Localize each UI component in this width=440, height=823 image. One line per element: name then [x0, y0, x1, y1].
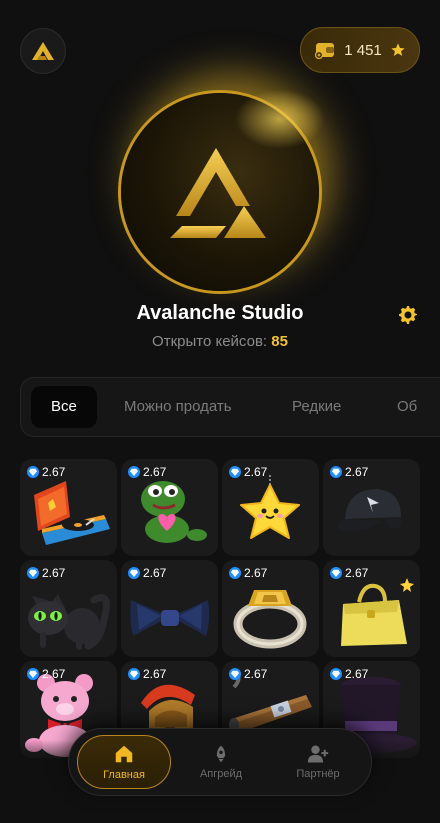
tab-more[interactable]: Об — [397, 386, 417, 428]
gem-icon — [330, 567, 342, 579]
item-card[interactable]: 2.67 — [222, 560, 319, 657]
gear-icon — [399, 306, 417, 324]
gem-icon — [229, 567, 241, 579]
bottom-navigation: Главная Апгрейд Партнёр — [68, 728, 372, 796]
item-card[interactable]: 2.67 — [323, 560, 420, 657]
item-price: 2.67 — [229, 667, 267, 681]
tab-rare[interactable]: Редкие — [292, 386, 341, 428]
opened-cases-count: 85 — [271, 333, 288, 350]
add-user-icon — [307, 745, 329, 763]
item-price: 2.67 — [330, 566, 368, 580]
item-card[interactable]: 2.67 — [222, 459, 319, 556]
gem-icon — [128, 668, 140, 680]
tab-sellable[interactable]: Можно продать — [124, 386, 232, 428]
tab-all[interactable]: Все — [31, 386, 97, 428]
nav-partner-label: Партнёр — [296, 768, 340, 780]
gem-icon — [128, 466, 140, 478]
avalanche-logo-icon — [32, 42, 54, 60]
opened-cases-line: Открыто кейсов: 85 — [0, 333, 440, 350]
balance-pill[interactable]: 1 451 — [300, 27, 420, 73]
opened-cases-label: Открыто кейсов: — [152, 333, 268, 350]
item-card[interactable]: 2.67 — [323, 459, 420, 556]
item-price: 2.67 — [330, 667, 368, 681]
gem-icon — [27, 567, 39, 579]
avalanche-logo-icon — [170, 148, 266, 238]
app-logo-button[interactable] — [20, 28, 66, 74]
gem-icon — [330, 668, 342, 680]
settings-button[interactable] — [395, 302, 421, 328]
item-price: 2.67 — [330, 465, 368, 479]
item-price: 2.67 — [128, 667, 166, 681]
wallet-icon — [315, 43, 335, 59]
gem-icon — [229, 466, 241, 478]
item-card[interactable]: 2.67 — [20, 560, 117, 657]
gem-icon — [27, 668, 39, 680]
gem-icon — [330, 466, 342, 478]
profile-name: Avalanche Studio — [136, 302, 304, 324]
item-price: 2.67 — [128, 465, 166, 479]
gem-icon — [229, 668, 241, 680]
rocket-icon — [216, 745, 226, 763]
item-price: 2.67 — [128, 566, 166, 580]
balance-value: 1 451 — [344, 41, 382, 59]
star-icon — [391, 43, 405, 56]
nav-partner[interactable]: Партнёр — [271, 735, 365, 789]
item-price: 2.67 — [27, 465, 65, 479]
item-card[interactable]: 2.67 — [121, 459, 218, 556]
nav-upgrade[interactable]: Апгрейд — [174, 735, 268, 789]
nav-home-label: Главная — [103, 769, 145, 781]
nav-home[interactable]: Главная — [77, 735, 171, 789]
nav-upgrade-label: Апгрейд — [199, 768, 243, 780]
item-card[interactable]: 2.67 — [20, 459, 117, 556]
item-card[interactable]: 2.67 — [121, 560, 218, 657]
gem-icon — [27, 466, 39, 478]
item-price: 2.67 — [27, 566, 65, 580]
profile-avatar — [121, 89, 325, 291]
gem-icon — [128, 567, 140, 579]
filter-tabs: Все Можно продать Редкие Об — [20, 377, 440, 437]
item-price: 2.67 — [229, 465, 267, 479]
item-price: 2.67 — [27, 667, 65, 681]
home-icon — [115, 745, 133, 763]
item-price: 2.67 — [229, 566, 267, 580]
